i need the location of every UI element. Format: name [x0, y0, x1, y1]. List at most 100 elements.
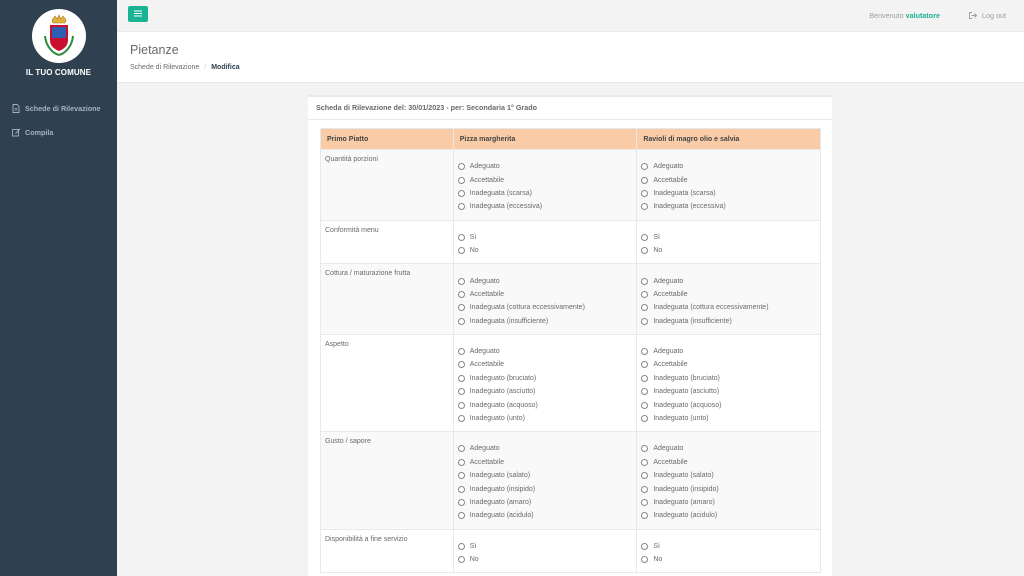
radio-button[interactable]	[457, 401, 465, 409]
radio-option[interactable]: Inadeguata (eccessiva)	[641, 200, 815, 213]
radio-option[interactable]: Inadeguato (salato)	[641, 469, 815, 482]
radio-option[interactable]: Inadeguato (amaro)	[641, 496, 815, 509]
radio-option[interactable]: Adeguato	[457, 442, 632, 455]
sidebar-item-schede[interactable]: Schede di Rilevazione	[0, 96, 117, 120]
radio-option[interactable]: Inadeguato (unto)	[641, 412, 815, 425]
menu-toggle-button[interactable]	[128, 6, 148, 22]
radio-button[interactable]	[641, 401, 649, 409]
radio-button[interactable]	[457, 472, 465, 480]
sidebar-item-compila[interactable]: Compila	[0, 120, 117, 144]
radio-option[interactable]: Inadeguato (salato)	[457, 469, 632, 482]
radio-option[interactable]: Accettabile	[457, 358, 632, 371]
radio-button[interactable]	[641, 512, 649, 520]
radio-option[interactable]: Sì	[641, 231, 815, 244]
radio-button[interactable]	[641, 290, 649, 298]
radio-option[interactable]: Inadeguato (unto)	[457, 412, 632, 425]
radio-option[interactable]: No	[457, 244, 632, 257]
radio-option[interactable]: Accettabile	[641, 173, 815, 186]
radio-option[interactable]: Inadeguato (insipido)	[641, 482, 815, 495]
radio-option[interactable]: No	[457, 553, 632, 566]
radio-option[interactable]: Sì	[457, 231, 632, 244]
radio-button[interactable]	[641, 189, 649, 197]
radio-button[interactable]	[457, 499, 465, 506]
radio-button[interactable]	[457, 304, 465, 312]
radio-button[interactable]	[641, 374, 649, 382]
logout-link[interactable]: Log out	[969, 11, 1006, 20]
radio-option[interactable]: Adeguato	[641, 442, 815, 455]
radio-option[interactable]: Inadeguata (insufficiente)	[457, 315, 632, 328]
radio-button[interactable]	[641, 304, 649, 312]
radio-option[interactable]: Inadeguato (asciutto)	[457, 385, 632, 398]
radio-button[interactable]	[457, 277, 465, 285]
radio-option[interactable]: Inadeguata (cottura eccessivamente)	[457, 301, 632, 314]
radio-button[interactable]	[641, 233, 649, 241]
radio-button[interactable]	[641, 458, 649, 466]
radio-button[interactable]	[457, 556, 465, 564]
radio-option[interactable]: Adeguato	[641, 274, 815, 287]
radio-button[interactable]	[641, 499, 649, 506]
radio-button[interactable]	[641, 176, 649, 184]
radio-option[interactable]: Inadeguata (cottura eccessivamente)	[641, 301, 815, 314]
radio-button[interactable]	[457, 203, 465, 211]
radio-option[interactable]: Inadeguato (acquoso)	[641, 398, 815, 411]
radio-option[interactable]: Adeguato	[457, 345, 632, 358]
radio-option[interactable]: Sì	[457, 540, 632, 553]
radio-button[interactable]	[641, 348, 649, 356]
radio-button[interactable]	[641, 247, 649, 255]
radio-button[interactable]	[457, 233, 465, 241]
radio-option[interactable]: Inadeguata (scarsa)	[457, 187, 632, 200]
radio-button[interactable]	[457, 485, 465, 493]
radio-option[interactable]: Inadeguato (acidulo)	[457, 509, 632, 522]
radio-button[interactable]	[457, 388, 465, 396]
radio-button[interactable]	[457, 512, 465, 520]
radio-option[interactable]: Adeguato	[457, 160, 632, 173]
radio-option[interactable]: Inadeguata (scarsa)	[641, 187, 815, 200]
radio-option[interactable]: No	[641, 553, 815, 566]
municipality-crest-logo[interactable]	[31, 9, 86, 63]
radio-option[interactable]: Inadeguato (acquoso)	[457, 398, 632, 411]
radio-button[interactable]	[457, 176, 465, 184]
radio-option[interactable]: Adeguato	[641, 160, 815, 173]
radio-button[interactable]	[457, 290, 465, 298]
radio-option[interactable]: Accettabile	[641, 288, 815, 301]
radio-button[interactable]	[641, 203, 649, 211]
radio-button[interactable]	[641, 277, 649, 285]
radio-button[interactable]	[641, 415, 649, 423]
radio-option[interactable]: Accettabile	[641, 456, 815, 469]
radio-button[interactable]	[641, 485, 649, 493]
radio-button[interactable]	[457, 542, 465, 550]
radio-option[interactable]: Accettabile	[457, 456, 632, 469]
radio-button[interactable]	[457, 415, 465, 423]
radio-button[interactable]	[641, 163, 649, 171]
radio-option[interactable]: Inadeguato (bruciato)	[641, 372, 815, 385]
radio-button[interactable]	[641, 445, 649, 453]
radio-button[interactable]	[457, 189, 465, 197]
radio-option[interactable]: Accettabile	[457, 173, 632, 186]
radio-option[interactable]: Adeguato	[641, 345, 815, 358]
radio-button[interactable]	[641, 317, 649, 325]
radio-button[interactable]	[457, 163, 465, 171]
radio-button[interactable]	[641, 556, 649, 564]
radio-button[interactable]	[641, 542, 649, 550]
radio-button[interactable]	[641, 361, 649, 369]
radio-button[interactable]	[457, 374, 465, 382]
radio-option[interactable]: Adeguato	[457, 274, 632, 287]
radio-option[interactable]: Accettabile	[457, 288, 632, 301]
radio-option[interactable]: Inadeguato (insipido)	[457, 482, 632, 495]
radio-button[interactable]	[457, 445, 465, 453]
radio-option[interactable]: Inadeguata (insufficiente)	[641, 315, 815, 328]
radio-option[interactable]: Sì	[641, 540, 815, 553]
radio-option[interactable]: Accettabile	[641, 358, 815, 371]
radio-button[interactable]	[457, 361, 465, 369]
radio-option[interactable]: Inadeguata (eccessiva)	[457, 200, 632, 213]
radio-button[interactable]	[457, 317, 465, 325]
radio-button[interactable]	[457, 348, 465, 356]
radio-button[interactable]	[641, 472, 649, 480]
radio-option[interactable]: Inadeguato (asciutto)	[641, 385, 815, 398]
radio-option[interactable]: Inadeguato (acidulo)	[641, 509, 815, 522]
radio-option[interactable]: Inadeguato (bruciato)	[457, 372, 632, 385]
radio-option[interactable]: Inadeguato (amaro)	[457, 496, 632, 509]
breadcrumb-link-schede[interactable]: Schede di Rilevazione	[130, 64, 199, 71]
radio-option[interactable]: No	[641, 244, 815, 257]
radio-button[interactable]	[457, 247, 465, 255]
